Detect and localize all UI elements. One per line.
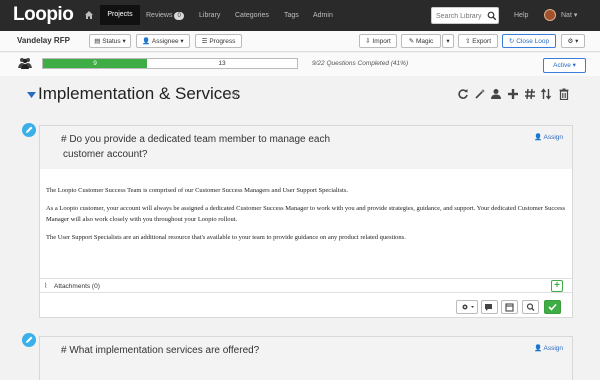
gear-icon: ⚙	[567, 38, 574, 45]
answer-paragraph: As a Loopio customer, your account will …	[46, 205, 566, 223]
search-icon[interactable]	[487, 11, 497, 21]
magic-wand-icon: ✎	[408, 38, 415, 45]
settings-dropdown-button[interactable]	[456, 300, 478, 314]
question-header: # Do you provide a dedicated team member…	[40, 126, 572, 169]
assign-link-label: Assign	[543, 345, 563, 352]
export-button[interactable]: ⇧ Export	[458, 34, 498, 48]
comments-icon	[485, 304, 492, 311]
completion-progress-bar: 9 13	[42, 58, 298, 69]
answer-paragraph: The Loopio Customer Success Team is comp…	[46, 187, 348, 194]
project-title: Vandelay RFP	[17, 36, 70, 45]
loopio-logo[interactable]: Loopio	[13, 5, 74, 25]
question-header: # What implementation services are offer…	[40, 337, 572, 380]
nav-tags[interactable]: Tags	[284, 11, 299, 20]
questions-completed-text: 9/22 Questions Completed (41%)	[312, 60, 409, 67]
due-date-button[interactable]	[501, 300, 518, 314]
import-button[interactable]: ⇩ Import	[359, 34, 397, 48]
nav-projects[interactable]: Projects	[100, 5, 140, 25]
question-card: # Do you provide a dedicated team member…	[39, 125, 573, 318]
home-icon[interactable]	[84, 10, 94, 20]
answer-paragraph: The User Support Specialists are an addi…	[46, 234, 406, 241]
add-attachment-button[interactable]: +	[551, 280, 563, 292]
add-icon[interactable]	[507, 88, 519, 100]
comments-button[interactable]	[481, 300, 498, 314]
refresh-icon: ↻	[508, 38, 515, 45]
user-icon: 👤	[142, 38, 151, 45]
assign-link-label: Assign	[543, 134, 563, 141]
nav-library[interactable]: Library	[199, 11, 220, 20]
user-icon: 👤	[533, 345, 543, 352]
user-name: Nat	[561, 12, 572, 19]
paperclip-icon: ⌇	[44, 283, 48, 290]
assignee-dropdown-button[interactable]: 👤 Assignee ▾	[136, 34, 190, 48]
nav-admin[interactable]: Admin	[313, 11, 333, 20]
status-dropdown-button[interactable]: ▤ Status ▾	[89, 34, 131, 48]
question-title-line-1: # Do you provide a dedicated team member…	[61, 134, 331, 145]
nav-help[interactable]: Help	[514, 11, 528, 20]
import-icon: ⇩	[365, 38, 371, 45]
nav-reviews-label: Reviews	[146, 12, 173, 19]
search-input[interactable]	[436, 11, 484, 21]
export-icon: ⇧	[464, 38, 471, 45]
user-icon: 👤	[533, 134, 543, 141]
magic-dropdown-toggle[interactable]: ▾	[442, 34, 454, 48]
chevron-down-icon: ▾	[446, 38, 450, 45]
magic-button[interactable]: ✎ Magic	[401, 34, 441, 48]
section-question-count: (5)	[229, 92, 238, 99]
search-library-button[interactable]	[522, 300, 539, 314]
close-loop-button[interactable]: ↻ Close Loop	[502, 34, 556, 48]
remaining-segment: 13	[218, 60, 226, 67]
close-loop-button-label: Close Loop	[516, 38, 550, 45]
avatar[interactable]	[544, 9, 556, 21]
import-button-label: Import	[372, 38, 391, 45]
edit-question-pencil-icon[interactable]	[22, 123, 36, 137]
question-card: # What implementation services are offer…	[39, 336, 573, 380]
hashtag-icon[interactable]	[524, 88, 536, 100]
edit-question-pencil-icon[interactable]	[22, 333, 36, 347]
assign-user-icon[interactable]	[490, 88, 502, 100]
export-button-label: Export	[472, 38, 492, 45]
user-menu[interactable]: Nat ▾	[561, 11, 577, 20]
question-title-line-1: # What implementation services are offer…	[61, 345, 260, 356]
reviews-count-badge: 0	[174, 12, 184, 20]
progress-button-label: Progress	[209, 38, 236, 45]
magic-button-label: Magic	[415, 38, 434, 45]
trash-icon[interactable]	[558, 88, 570, 101]
nav-categories[interactable]: Categories	[235, 11, 269, 20]
gear-icon	[462, 304, 474, 310]
search-box[interactable]	[431, 7, 499, 24]
nav-reviews[interactable]: Reviews 0	[146, 11, 184, 20]
section-title: Implementation & Services	[38, 84, 241, 103]
list-icon: ☰	[201, 38, 208, 45]
checkmark-icon	[548, 303, 557, 311]
attachments-row: ⌇ Attachments (0) +	[40, 278, 572, 293]
team-icon[interactable]	[18, 57, 32, 69]
settings-dropdown-button[interactable]: ⚙ ▾	[561, 34, 585, 48]
refresh-icon[interactable]	[457, 88, 469, 100]
chevron-down-icon: ▾	[573, 12, 578, 19]
question-title-line-2: customer account?	[63, 149, 148, 160]
search-icon	[526, 303, 535, 311]
assignee-button-label: Assignee	[151, 38, 179, 45]
attachments-label: Attachments (0)	[54, 283, 100, 290]
active-filter-dropdown[interactable]: Active ▾	[543, 58, 586, 73]
active-filter-label: Active	[553, 62, 571, 69]
calendar-icon	[505, 303, 514, 312]
assign-link[interactable]: 👤 Assign	[534, 133, 563, 141]
mark-complete-button[interactable]	[544, 300, 561, 314]
collapse-section-icon[interactable]	[27, 90, 36, 99]
status-button-label: Status	[102, 38, 121, 45]
magic-wand-icon[interactable]	[474, 88, 486, 100]
progress-button[interactable]: ☰ Progress	[195, 34, 242, 48]
answer-text[interactable]: The Loopio Customer Success Team is comp…	[46, 185, 566, 250]
sort-icon[interactable]	[540, 88, 552, 100]
status-icon: ▤	[94, 38, 101, 45]
completed-segment: 9	[43, 59, 147, 68]
assign-link[interactable]: 👤 Assign	[534, 344, 563, 352]
